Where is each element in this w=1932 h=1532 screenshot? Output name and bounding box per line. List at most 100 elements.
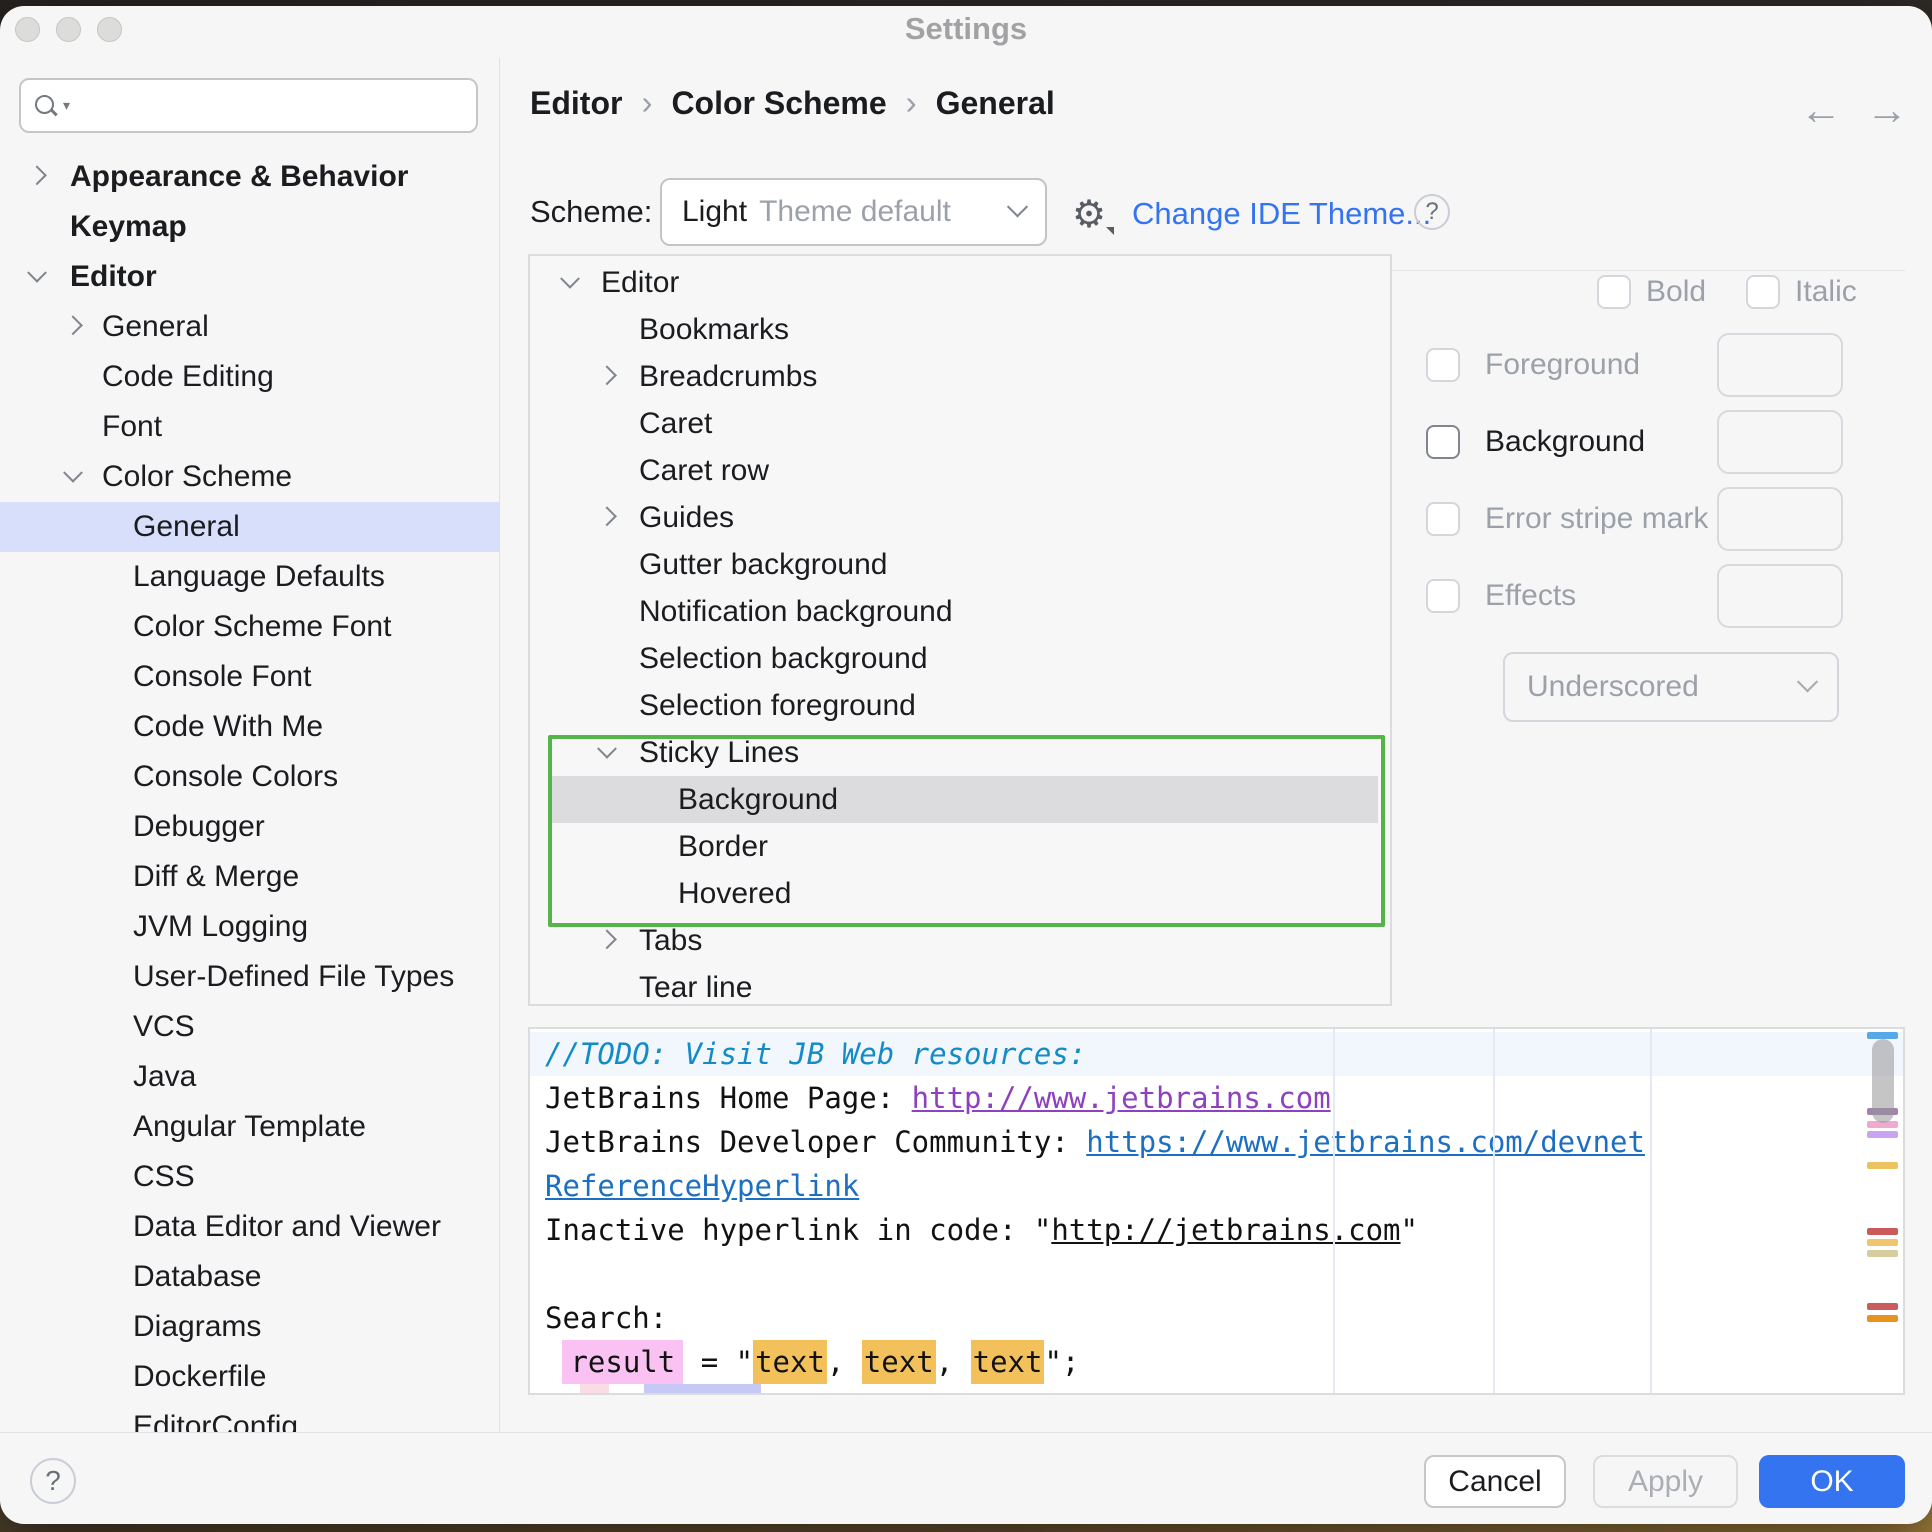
sidebar-item-general[interactable]: General xyxy=(0,302,499,352)
code-line: Search: xyxy=(530,1296,1903,1340)
error-stripe-mark-color-swatch[interactable] xyxy=(1717,487,1843,551)
background-checkbox[interactable] xyxy=(1426,425,1460,459)
sidebar-item-appearance-behavior[interactable]: Appearance & Behavior xyxy=(0,152,499,202)
code-token-hl_orange: text xyxy=(971,1340,1045,1384)
tree-item-bookmarks[interactable]: Bookmarks xyxy=(530,306,1390,353)
sidebar-item-language-defaults[interactable]: Language Defaults xyxy=(0,552,499,602)
background-color-swatch[interactable] xyxy=(1717,410,1843,474)
sidebar-item-keymap[interactable]: Keymap xyxy=(0,202,499,252)
sidebar-item-css[interactable]: CSS xyxy=(0,1152,499,1202)
chevron-right-icon[interactable] xyxy=(27,165,47,185)
tree-item-border[interactable]: Border xyxy=(530,823,1390,870)
stripe-mark[interactable] xyxy=(1867,1303,1898,1310)
sidebar-item-code-with-me[interactable]: Code With Me xyxy=(0,702,499,752)
scheme-value-suffix: Theme default xyxy=(759,195,1010,229)
sidebar-item-angular-template[interactable]: Angular Template xyxy=(0,1102,499,1152)
sidebar-item-general[interactable]: General xyxy=(0,502,499,552)
chevron-right-icon[interactable] xyxy=(63,315,83,335)
ok-button[interactable]: OK xyxy=(1759,1455,1905,1508)
foreground-color-swatch[interactable] xyxy=(1717,333,1843,397)
sidebar-item-label: JVM Logging xyxy=(133,910,308,944)
cancel-button[interactable]: Cancel xyxy=(1424,1455,1566,1508)
sidebar-item-code-editing[interactable]: Code Editing xyxy=(0,352,499,402)
chevron-right-icon[interactable] xyxy=(597,506,617,526)
forward-arrow-icon[interactable]: → xyxy=(1866,86,1908,134)
tree-item-label: Notification background xyxy=(639,595,953,629)
tree-item-tabs[interactable]: Tabs xyxy=(530,917,1390,964)
effects-color-swatch[interactable] xyxy=(1717,564,1843,628)
chevron-right-icon[interactable] xyxy=(597,929,617,949)
error-stripe-mark-checkbox[interactable] xyxy=(1426,502,1460,536)
stripe-mark[interactable] xyxy=(1867,1315,1898,1322)
chevron-right-icon[interactable] xyxy=(597,365,617,385)
tree-item-caret-row[interactable]: Caret row xyxy=(530,447,1390,494)
chevron-down-icon[interactable] xyxy=(27,263,47,283)
breadcrumb-general[interactable]: General xyxy=(936,85,1055,122)
sidebar-item-editor[interactable]: Editor xyxy=(0,252,499,302)
sidebar-item-data-editor-and-viewer[interactable]: Data Editor and Viewer xyxy=(0,1202,499,1252)
code-token-hl_orange: text xyxy=(862,1340,936,1384)
window-titlebar[interactable]: Settings xyxy=(0,6,1932,56)
tree-item-sticky-lines[interactable]: Sticky Lines xyxy=(530,729,1390,776)
chevron-down-icon[interactable] xyxy=(560,268,580,288)
stripe-mark[interactable] xyxy=(1867,1162,1898,1169)
sidebar-item-console-font[interactable]: Console Font xyxy=(0,652,499,702)
sidebar-item-color-scheme-font[interactable]: Color Scheme Font xyxy=(0,602,499,652)
bold-checkbox[interactable] xyxy=(1597,275,1631,309)
sidebar-item-console-colors[interactable]: Console Colors xyxy=(0,752,499,802)
scheme-select[interactable]: Light Theme default xyxy=(660,178,1047,246)
back-arrow-icon[interactable]: ← xyxy=(1800,86,1842,134)
tree-item-editor[interactable]: Editor xyxy=(530,259,1390,306)
tree-item-selection-foreground[interactable]: Selection foreground xyxy=(530,682,1390,729)
sidebar-item-label: Appearance & Behavior xyxy=(70,160,408,194)
stripe-mark[interactable] xyxy=(1867,1239,1898,1246)
sidebar-item-jvm-logging[interactable]: JVM Logging xyxy=(0,902,499,952)
tree-item-breadcrumbs[interactable]: Breadcrumbs xyxy=(530,353,1390,400)
foreground-checkbox[interactable] xyxy=(1426,348,1460,382)
sidebar-item-database[interactable]: Database xyxy=(0,1252,499,1302)
tree-item-selection-background[interactable]: Selection background xyxy=(530,635,1390,682)
stripe-mark[interactable] xyxy=(1867,1131,1898,1138)
help-button[interactable]: ? xyxy=(30,1458,76,1504)
effect-type-value: Underscored xyxy=(1527,670,1800,704)
sidebar-item-diagrams[interactable]: Diagrams xyxy=(0,1302,499,1352)
desktop: Settings ▾ Appearance & BehaviorKeymapEd… xyxy=(0,0,1932,1532)
sidebar-item-label: EditorConfig xyxy=(133,1410,298,1432)
sidebar-item-editorconfig[interactable]: EditorConfig xyxy=(0,1402,499,1432)
breadcrumb-color-scheme[interactable]: Color Scheme xyxy=(671,85,886,122)
chevron-down-icon[interactable] xyxy=(63,463,83,483)
sidebar-item-java[interactable]: Java xyxy=(0,1052,499,1102)
scheme-gear-icon[interactable]: ⚙ xyxy=(1072,192,1106,237)
scheme-help-icon[interactable]: ? xyxy=(1414,194,1450,230)
effects-checkbox[interactable] xyxy=(1426,579,1460,613)
sidebar-item-font[interactable]: Font xyxy=(0,402,499,452)
sidebar-item-label: Angular Template xyxy=(133,1110,366,1144)
sidebar-item-debugger[interactable]: Debugger xyxy=(0,802,499,852)
tree-item-background[interactable]: Background xyxy=(530,776,1390,823)
scrollbar-thumb[interactable] xyxy=(1872,1039,1894,1123)
tree-item-notification-background[interactable]: Notification background xyxy=(530,588,1390,635)
sidebar-item-vcs[interactable]: VCS xyxy=(0,1002,499,1052)
search-input[interactable] xyxy=(76,89,464,123)
change-ide-theme-link[interactable]: Change IDE Theme... xyxy=(1132,196,1431,232)
chevron-down-icon xyxy=(1797,671,1818,692)
sidebar-item-label: General xyxy=(133,510,240,544)
stripe-mark[interactable] xyxy=(1867,1228,1898,1235)
tree-item-hovered[interactable]: Hovered xyxy=(530,870,1390,917)
italic-checkbox[interactable] xyxy=(1746,275,1780,309)
breadcrumb-editor[interactable]: Editor xyxy=(530,85,622,122)
stripe-mark[interactable] xyxy=(1867,1250,1898,1257)
stripe-mark[interactable] xyxy=(1867,1032,1898,1039)
tree-item-guides[interactable]: Guides xyxy=(530,494,1390,541)
chevron-down-icon[interactable] xyxy=(597,738,617,758)
settings-search-field[interactable]: ▾ xyxy=(19,78,478,133)
sidebar-item-color-scheme[interactable]: Color Scheme xyxy=(0,452,499,502)
sidebar-item-dockerfile[interactable]: Dockerfile xyxy=(0,1352,499,1402)
tree-item-caret[interactable]: Caret xyxy=(530,400,1390,447)
effect-type-select[interactable]: Underscored xyxy=(1503,652,1839,722)
sidebar-item-user-defined-file-types[interactable]: User-Defined File Types xyxy=(0,952,499,1002)
tree-item-gutter-background[interactable]: Gutter background xyxy=(530,541,1390,588)
sidebar-item-diff-merge[interactable]: Diff & Merge xyxy=(0,852,499,902)
tree-item-tear-line[interactable]: Tear line xyxy=(530,964,1390,1006)
search-options-caret-icon[interactable]: ▾ xyxy=(63,97,70,114)
